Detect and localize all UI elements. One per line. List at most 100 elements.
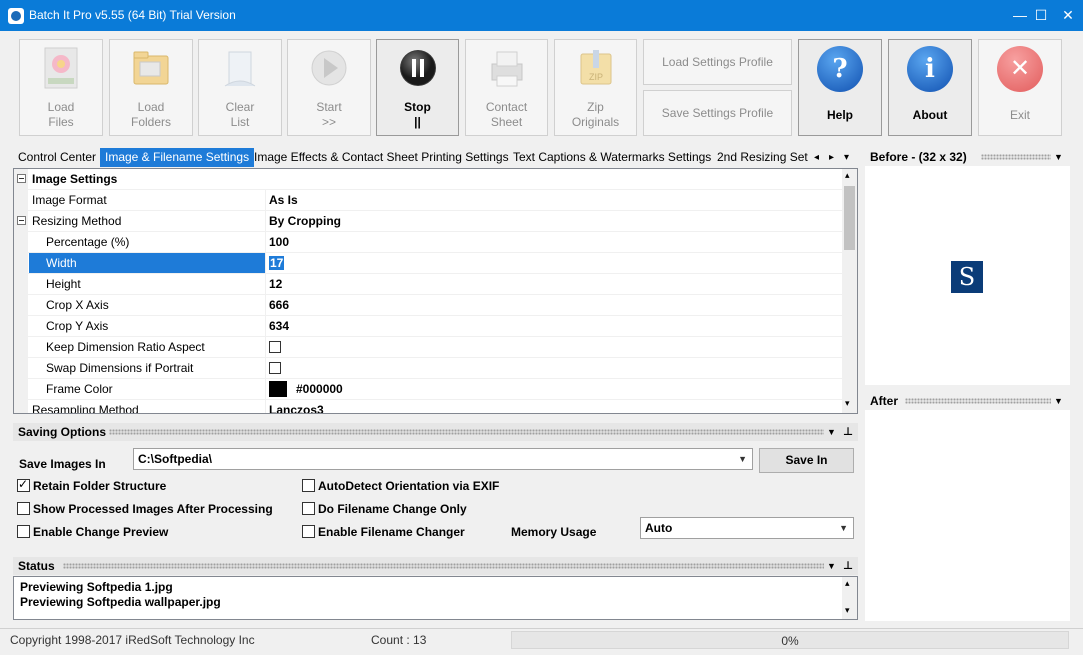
grid-row-image-settings[interactable]: Image Settings [14,169,842,190]
scroll-up-icon[interactable]: ▴ [845,578,850,589]
chevron-down-icon[interactable]: ▼ [839,518,848,538]
grid-row-value[interactable]: As Is [269,193,298,207]
app-icon[interactable] [8,8,24,24]
exit-button[interactable]: ✕ Exit [978,39,1062,136]
grid-row-value[interactable]: Lanczos3 [269,403,324,413]
scroll-down-icon[interactable]: ▾ [845,605,850,616]
memory-usage-value[interactable]: Auto [645,521,672,535]
grid-row-swap-dimensions[interactable]: Swap Dimensions if Portrait [14,358,842,379]
grid-row-height[interactable]: Height 12 [14,274,842,295]
grid-row-crop-x[interactable]: Crop X Axis 666 [14,295,842,316]
status-scrollbar[interactable]: ▴ ▾ [842,577,857,619]
collapse-icon[interactable] [17,216,26,225]
about-button[interactable]: i About [888,39,972,136]
load-files-button[interactable]: Load Files [19,39,103,136]
tab-text-captions[interactable]: Text Captions & Watermarks Settings [508,148,716,167]
enable-change-preview-label[interactable]: Enable Change Preview [33,525,168,539]
memory-usage-select[interactable]: Auto ▼ [640,517,854,539]
clear-list-label-2: List [230,115,250,129]
grid-row-crop-y[interactable]: Crop Y Axis 634 [14,316,842,337]
grid-row-value[interactable]: 634 [269,319,289,333]
grid-row-resampling[interactable]: Resampling Method Lanczos3 [14,400,842,413]
close-window-button[interactable]: ✕ [1054,0,1082,31]
filename-change-only-label[interactable]: Do Filename Change Only [318,502,467,516]
show-processed-label[interactable]: Show Processed Images After Processing [33,502,273,516]
grid-row-name: Resizing Method [32,214,122,228]
filename-change-only-checkbox[interactable] [302,502,315,515]
tab-image-effects[interactable]: Image Effects & Contact Sheet Printing S… [249,148,514,167]
header-grip [63,563,824,569]
load-settings-profile-button[interactable]: Load Settings Profile [643,39,792,85]
panel-menu-icon[interactable]: ▼ [1054,148,1063,166]
grid-row-resizing-method[interactable]: Resizing Method By Cropping [14,211,842,232]
scrollbar-thumb[interactable] [844,186,855,250]
autodetect-orientation-label[interactable]: AutoDetect Orientation via EXIF [318,479,499,493]
keep-ratio-checkbox[interactable] [269,341,281,353]
help-icon: ? [817,46,863,92]
folder-icon [133,51,169,85]
save-settings-profile-button[interactable]: Save Settings Profile [643,90,792,136]
header-grip [905,398,1051,404]
enable-filename-changer-label[interactable]: Enable Filename Changer [318,525,465,539]
about-label: About [912,108,948,122]
zip-originals-button[interactable]: ZIP Zip Originals [554,39,637,136]
autodetect-orientation-checkbox[interactable] [302,479,315,492]
save-path-value[interactable]: C:\Softpedia\ [138,452,212,466]
zip-originals-label-2: Originals [571,115,620,129]
maximize-button[interactable]: ☐ [1027,0,1055,31]
swap-dimensions-checkbox[interactable] [269,362,281,374]
tab-list-menu[interactable]: ▾ [842,148,851,167]
count-text: Count : 13 [371,633,427,647]
grid-row-width[interactable]: Width 17 [14,253,842,274]
contact-sheet-button[interactable]: Contact Sheet [465,39,548,136]
before-header: Before - (32 x 32) ▼ [865,148,1070,166]
show-processed-checkbox[interactable] [17,502,30,515]
pin-icon[interactable]: ⊥ [843,423,853,441]
panel-menu-icon[interactable]: ▼ [827,557,836,575]
load-folders-button[interactable]: Load Folders [109,39,193,136]
panel-menu-icon[interactable]: ▼ [827,423,836,441]
enable-change-preview-checkbox[interactable] [17,525,30,538]
grid-row-frame-color[interactable]: Frame Color #000000 [14,379,842,400]
after-title: After [870,394,899,408]
grid-row-name: Swap Dimensions if Portrait [46,361,194,375]
scroll-up-icon[interactable]: ▴ [845,170,850,181]
enable-filename-changer-checkbox[interactable] [302,525,315,538]
grid-scrollbar[interactable]: ▴ ▾ [842,169,857,413]
tab-scroll-left[interactable]: ◂ [812,148,821,167]
width-value-input[interactable]: 17 [269,256,285,270]
grid-row-value[interactable]: #000000 [296,382,343,396]
grid-row-value[interactable]: 100 [269,235,289,249]
exit-label: Exit [1009,108,1030,122]
grid-row-keep-ratio[interactable]: Keep Dimension Ratio Aspect [14,337,842,358]
after-header: After ▼ [865,392,1070,410]
stop-button[interactable]: Stop || [376,39,459,136]
save-path-combo[interactable]: C:\Softpedia\ ▼ [133,448,753,470]
panel-menu-icon[interactable]: ▼ [1054,392,1063,410]
save-in-button[interactable]: Save In [759,448,854,473]
retain-folder-structure-label[interactable]: Retain Folder Structure [33,479,166,493]
grid-row-value[interactable]: By Cropping [269,214,341,228]
grid-row-value[interactable]: 12 [269,277,282,291]
grid-row-percentage[interactable]: Percentage (%) 100 [14,232,842,253]
tab-image-filename-settings[interactable]: Image & Filename Settings [100,148,255,167]
tab-scroll-right[interactable]: ▸ [827,148,836,167]
retain-folder-structure-checkbox[interactable] [17,477,30,492]
header-grip [109,429,824,435]
tab-2nd-resizing[interactable]: 2nd Resizing Sett [712,148,808,167]
scroll-down-icon[interactable]: ▾ [845,398,850,409]
chevron-down-icon[interactable]: ▼ [738,449,747,469]
clear-list-button[interactable]: Clear List [198,39,282,136]
grid-row-value[interactable]: 666 [269,298,289,312]
grid-row-name: Width [46,256,77,270]
save-images-in-label: Save Images In [19,457,106,471]
contact-sheet-label-2: Sheet [490,115,523,129]
start-button[interactable]: Start >> [287,39,371,136]
collapse-icon[interactable] [17,174,26,183]
frame-color-swatch[interactable] [269,381,287,397]
pin-icon[interactable]: ⊥ [843,557,853,575]
tab-control-center[interactable]: Control Center [13,148,101,167]
window-title: Batch It Pro v5.55 (64 Bit) Trial Versio… [29,8,236,22]
help-button[interactable]: ? Help [798,39,882,136]
grid-row-image-format[interactable]: Image Format As Is [14,190,842,211]
